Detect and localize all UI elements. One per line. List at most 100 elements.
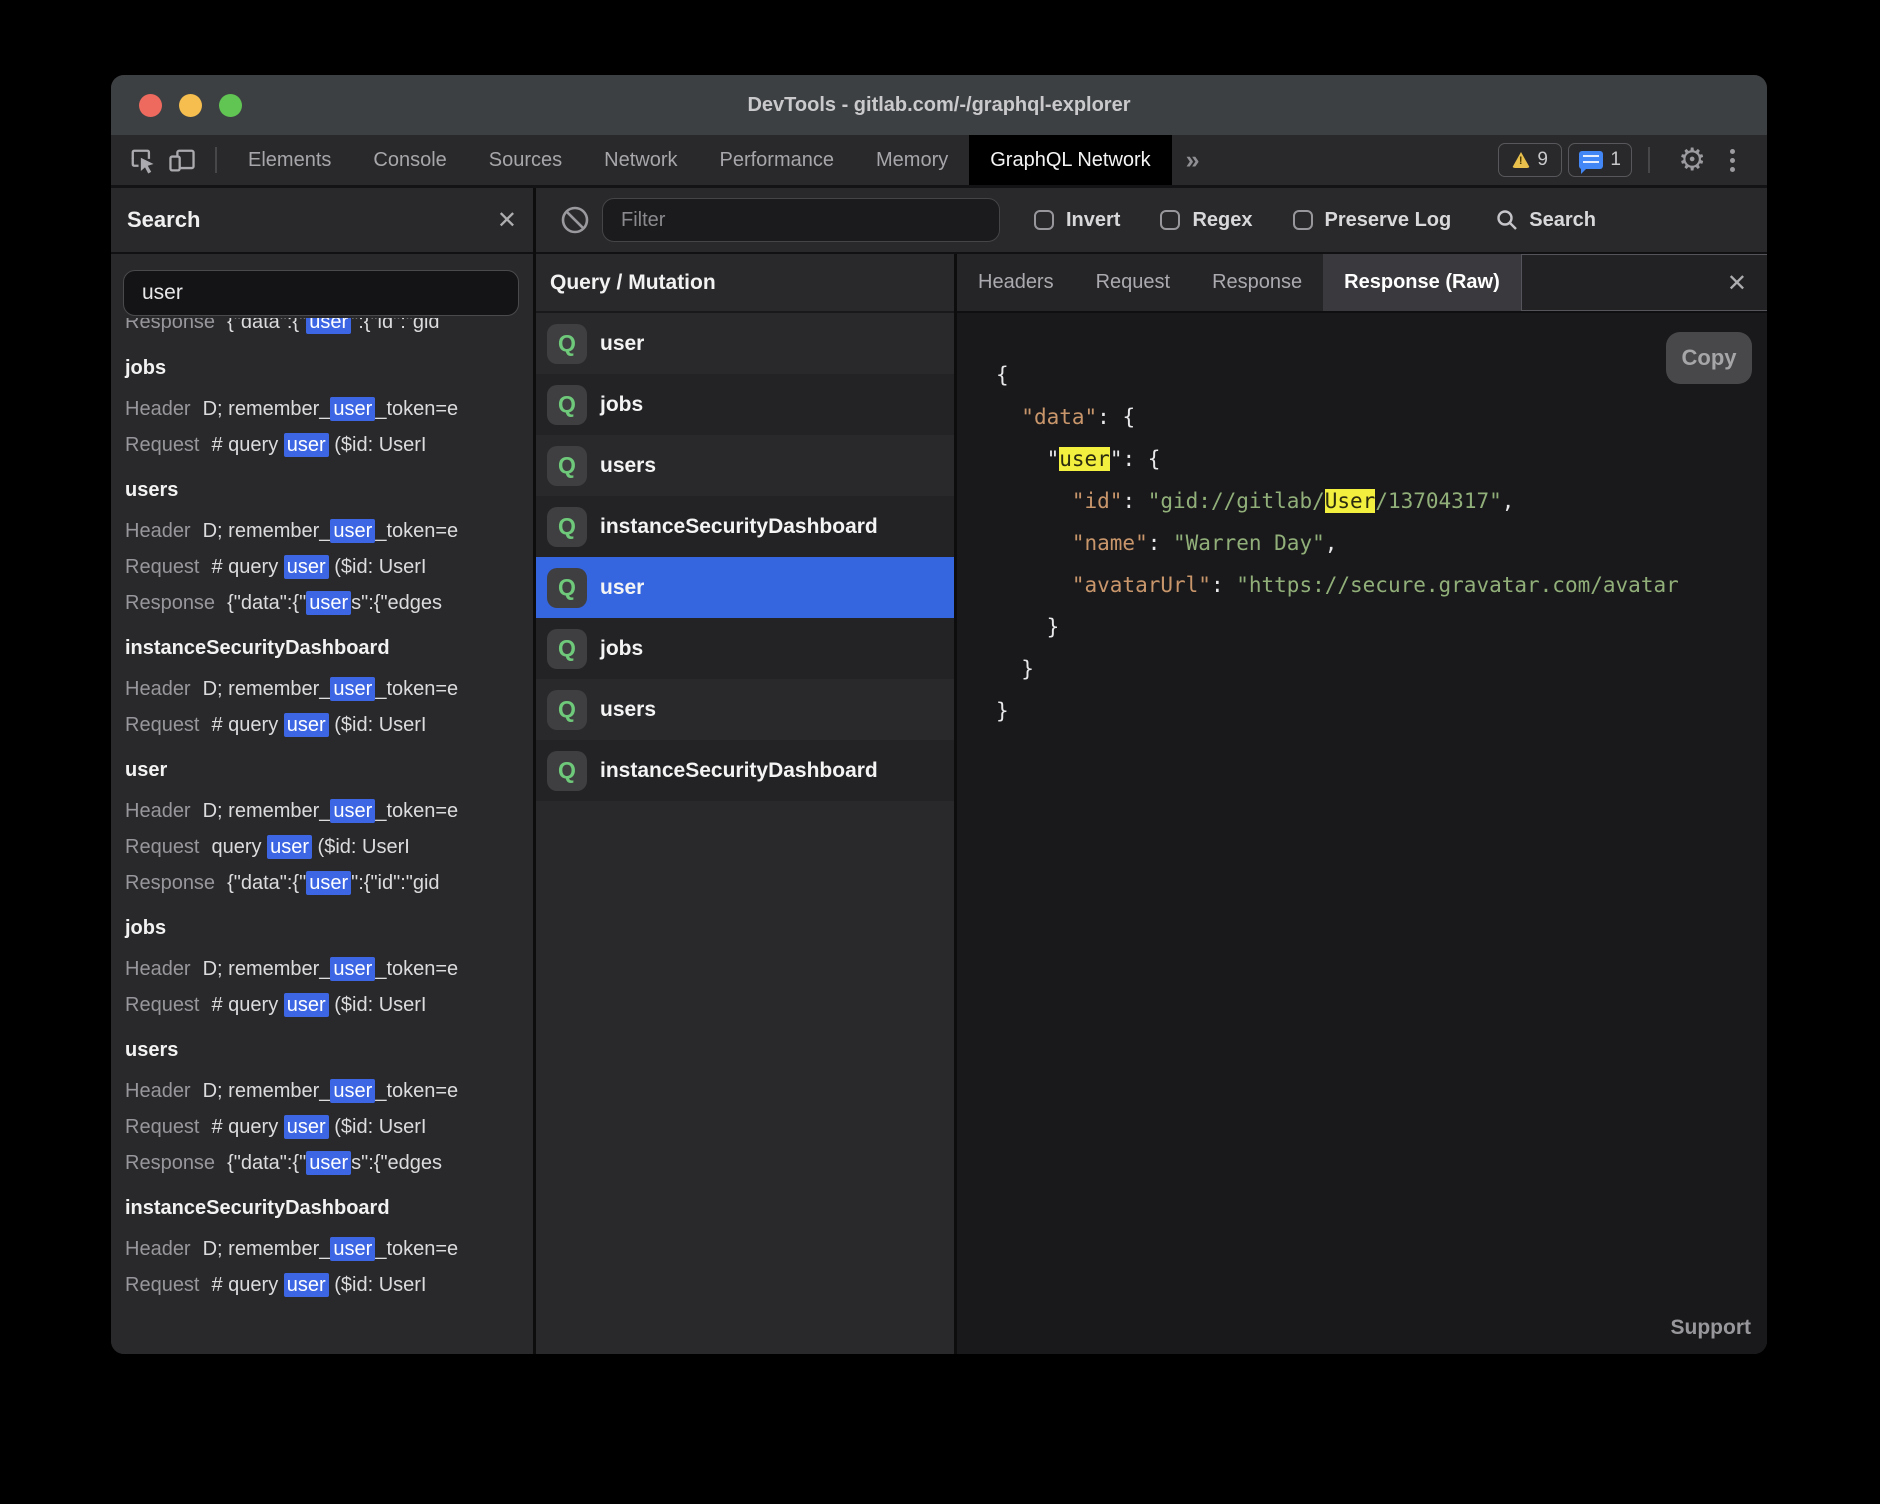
json-line: "avatarUrl": "https://secure.gravatar.co… bbox=[996, 564, 1767, 606]
search-result-value: {"data":{"users":{"edges bbox=[227, 591, 442, 615]
value-text: ($id: UserI bbox=[329, 556, 427, 578]
minimize-window-button[interactable] bbox=[179, 94, 202, 117]
match-highlight: user bbox=[267, 835, 312, 859]
match-highlight: user bbox=[284, 993, 329, 1017]
search-input[interactable] bbox=[123, 270, 519, 316]
match-highlight: user bbox=[284, 555, 329, 579]
copy-button[interactable]: Copy bbox=[1666, 332, 1752, 384]
close-search-icon[interactable]: ✕ bbox=[497, 208, 517, 232]
checkbox-label: Regex bbox=[1192, 209, 1252, 232]
support-link[interactable]: Support bbox=[1671, 1316, 1751, 1340]
detail-tab-headers[interactable]: Headers bbox=[957, 254, 1075, 311]
search-results-list[interactable]: Response{"data":{"user":{"id":"gid jobsHe… bbox=[111, 318, 531, 1354]
query-item-jobs[interactable]: Qjobs bbox=[536, 618, 954, 679]
match-highlight: user bbox=[330, 1237, 375, 1261]
search-result-group[interactable]: usersHeaderD; remember_user_token=eReque… bbox=[125, 472, 531, 621]
json-line: "user": { bbox=[996, 438, 1767, 480]
value-text: D; remember_ bbox=[203, 520, 331, 542]
device-toolbar-icon[interactable] bbox=[165, 143, 199, 177]
inspect-element-icon[interactable] bbox=[125, 143, 159, 177]
query-type-badge: Q bbox=[547, 690, 587, 730]
more-tabs-button[interactable]: » bbox=[1172, 146, 1212, 175]
search-result-group[interactable]: instanceSecurityDashboardHeaderD; rememb… bbox=[125, 1190, 531, 1303]
search-result-field-label: Response bbox=[125, 872, 215, 894]
checkbox-regex[interactable]: Regex bbox=[1160, 209, 1252, 232]
search-result-line: Request# query user ($id: UserI bbox=[125, 1109, 531, 1145]
value-text: ($id: UserI bbox=[329, 1274, 427, 1296]
query-item-instancesecuritydashboard[interactable]: QinstanceSecurityDashboard bbox=[536, 740, 954, 801]
match-highlight: user bbox=[284, 713, 329, 737]
warnings-badge[interactable]: 9 bbox=[1498, 143, 1562, 177]
tab-memory[interactable]: Memory bbox=[855, 135, 969, 185]
search-result-group[interactable]: usersHeaderD; remember_user_token=eReque… bbox=[125, 1032, 531, 1181]
zoom-window-button[interactable] bbox=[219, 94, 242, 117]
search-result-field-label: Header bbox=[125, 1080, 191, 1102]
value-text: D; remember_ bbox=[203, 800, 331, 822]
search-result-line: HeaderD; remember_user_token=e bbox=[125, 391, 531, 427]
json-response-viewer[interactable]: { "data": { "user": { "id": "gid://gitla… bbox=[957, 315, 1767, 1354]
detail-panel: HeadersRequestResponseResponse (Raw) ✕ {… bbox=[957, 254, 1767, 1354]
query-item-label: user bbox=[600, 332, 644, 356]
query-item-user[interactable]: Quser bbox=[536, 557, 954, 618]
detail-tab-request[interactable]: Request bbox=[1075, 254, 1192, 311]
tab-elements[interactable]: Elements bbox=[227, 135, 352, 185]
search-result-value: # query user ($id: UserI bbox=[212, 1115, 427, 1139]
tab-sources[interactable]: Sources bbox=[468, 135, 583, 185]
search-result-group[interactable]: jobsHeaderD; remember_user_token=eReques… bbox=[125, 350, 531, 463]
close-detail-icon[interactable]: ✕ bbox=[1727, 271, 1747, 295]
search-result-value: D; remember_user_token=e bbox=[203, 1079, 459, 1103]
checkbox-invert[interactable]: Invert bbox=[1034, 209, 1120, 232]
search-result-partial[interactable]: Response{"data":{"user":{"id":"gid bbox=[125, 318, 531, 341]
search-result-field-label: Response bbox=[125, 318, 215, 333]
search-result-line: Request# query user ($id: UserI bbox=[125, 987, 531, 1023]
query-item-instancesecuritydashboard[interactable]: QinstanceSecurityDashboard bbox=[536, 496, 954, 557]
search-toggle[interactable]: Search bbox=[1495, 208, 1596, 232]
search-result-group[interactable]: jobsHeaderD; remember_user_token=eReques… bbox=[125, 910, 531, 1023]
value-text: # query bbox=[212, 556, 284, 578]
match-highlight: user bbox=[306, 591, 351, 615]
clear-requests-icon[interactable] bbox=[559, 204, 591, 236]
json-line: } bbox=[996, 606, 1767, 648]
tab-graphql-network[interactable]: GraphQL Network bbox=[969, 135, 1171, 185]
search-result-field-label: Header bbox=[125, 678, 191, 700]
checkbox-preserve-log[interactable]: Preserve Log bbox=[1293, 209, 1452, 232]
search-result-group[interactable]: userHeaderD; remember_user_token=eReques… bbox=[125, 752, 531, 901]
value-text: _token=e bbox=[375, 678, 458, 700]
search-result-group[interactable]: instanceSecurityDashboardHeaderD; rememb… bbox=[125, 630, 531, 743]
value-text: D; remember_ bbox=[203, 958, 331, 980]
value-text: ($id: UserI bbox=[329, 994, 427, 1016]
filter-input[interactable] bbox=[602, 198, 1000, 242]
search-result-line: Requestquery user ($id: UserI bbox=[125, 829, 531, 865]
tab-performance[interactable]: Performance bbox=[699, 135, 856, 185]
issues-badge[interactable]: 1 bbox=[1568, 143, 1632, 177]
json-token: /13704317" bbox=[1375, 489, 1501, 513]
search-result-value: D; remember_user_token=e bbox=[203, 1237, 459, 1261]
close-window-button[interactable] bbox=[139, 94, 162, 117]
query-item-label: jobs bbox=[600, 393, 643, 417]
detail-tab-response[interactable]: Response bbox=[1191, 254, 1323, 311]
settings-gear-icon[interactable]: ⚙ bbox=[1678, 145, 1706, 176]
search-result-line: HeaderD; remember_user_token=e bbox=[125, 671, 531, 707]
tab-console[interactable]: Console bbox=[352, 135, 467, 185]
kebab-menu-icon[interactable] bbox=[1720, 143, 1745, 178]
query-item-users[interactable]: Qusers bbox=[536, 679, 954, 740]
query-item-users[interactable]: Qusers bbox=[536, 435, 954, 496]
json-token: : bbox=[1211, 573, 1236, 597]
search-result-field-label: Request bbox=[125, 714, 200, 736]
search-result-field-label: Request bbox=[125, 836, 200, 858]
query-type-badge: Q bbox=[547, 385, 587, 425]
match-highlight: user bbox=[330, 519, 375, 543]
detail-tab-response-raw[interactable]: Response (Raw) bbox=[1323, 254, 1521, 311]
query-item-jobs[interactable]: Qjobs bbox=[536, 374, 954, 435]
json-token bbox=[996, 531, 1072, 555]
search-result-line: Header D; remember_user_token=e bbox=[125, 1073, 531, 1109]
json-token: { bbox=[996, 363, 1009, 387]
checkbox-box-invert bbox=[1034, 210, 1054, 230]
tab-network[interactable]: Network bbox=[583, 135, 698, 185]
query-item-user[interactable]: Quser bbox=[536, 313, 954, 374]
json-token: " bbox=[1110, 447, 1123, 471]
query-list[interactable]: QuserQjobsQusersQinstanceSecurityDashboa… bbox=[536, 313, 954, 801]
json-token: "avatarUrl" bbox=[1072, 573, 1211, 597]
value-text: _token=e bbox=[375, 520, 458, 542]
value-text: D; remember_ bbox=[203, 398, 331, 420]
